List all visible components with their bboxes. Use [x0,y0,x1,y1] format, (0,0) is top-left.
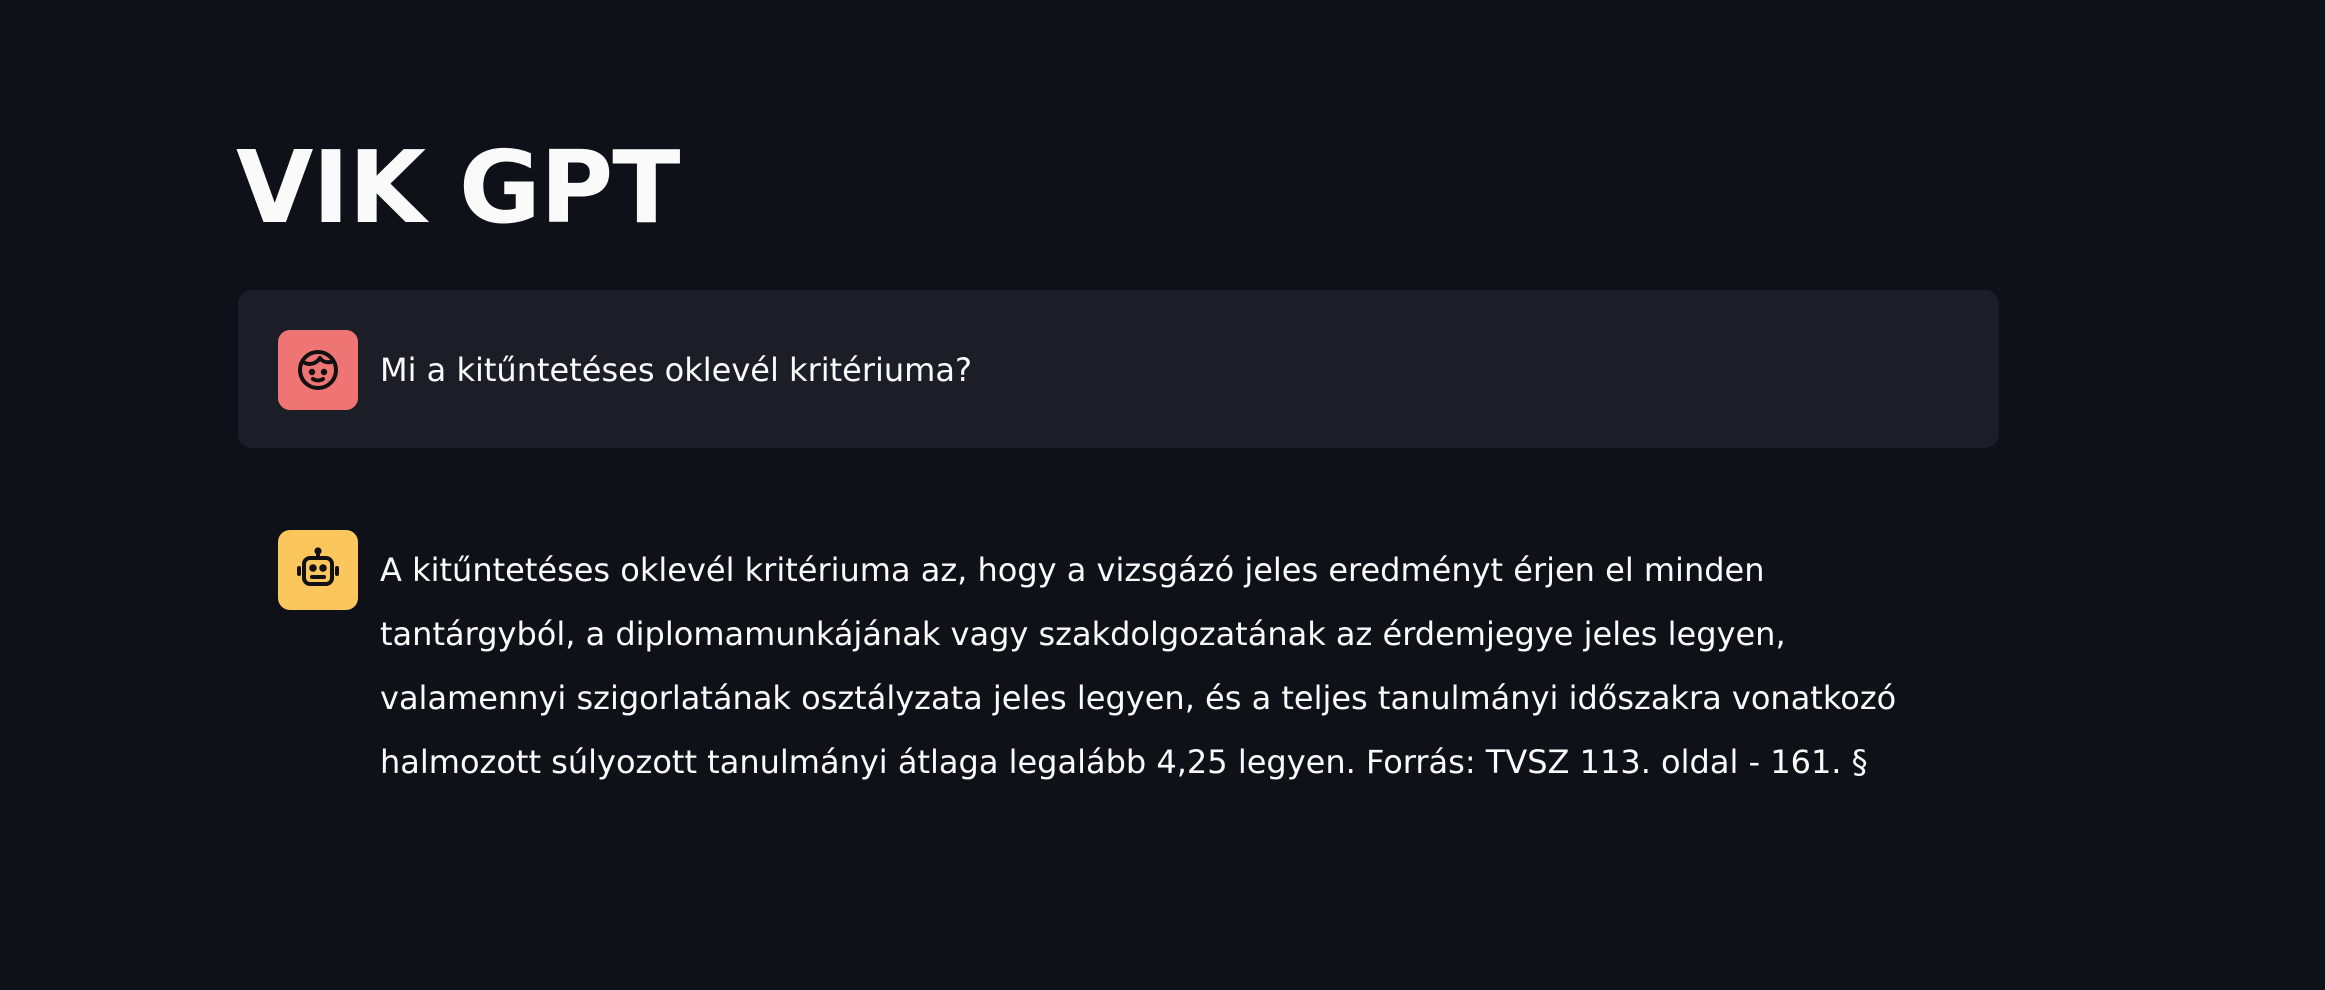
chat-message-user: Mi a kitűntetéses oklevél kritériuma? [238,290,1999,448]
user-message-text: Mi a kitűntetéses oklevél kritériuma? [380,351,972,389]
chat-message-assistant: A kitűntetéses oklevél kritériuma az, ho… [238,490,1999,834]
app-root: VIK GPT Mi a kitűntetéses oklevél kritér… [0,0,2325,990]
user-avatar [278,330,358,410]
assistant-message-text: A kitűntetéses oklevél kritériuma az, ho… [380,551,1897,781]
user-face-icon [298,350,338,390]
page-title: VIK GPT [236,129,680,246]
assistant-avatar [278,530,358,610]
robot-icon [297,547,339,586]
